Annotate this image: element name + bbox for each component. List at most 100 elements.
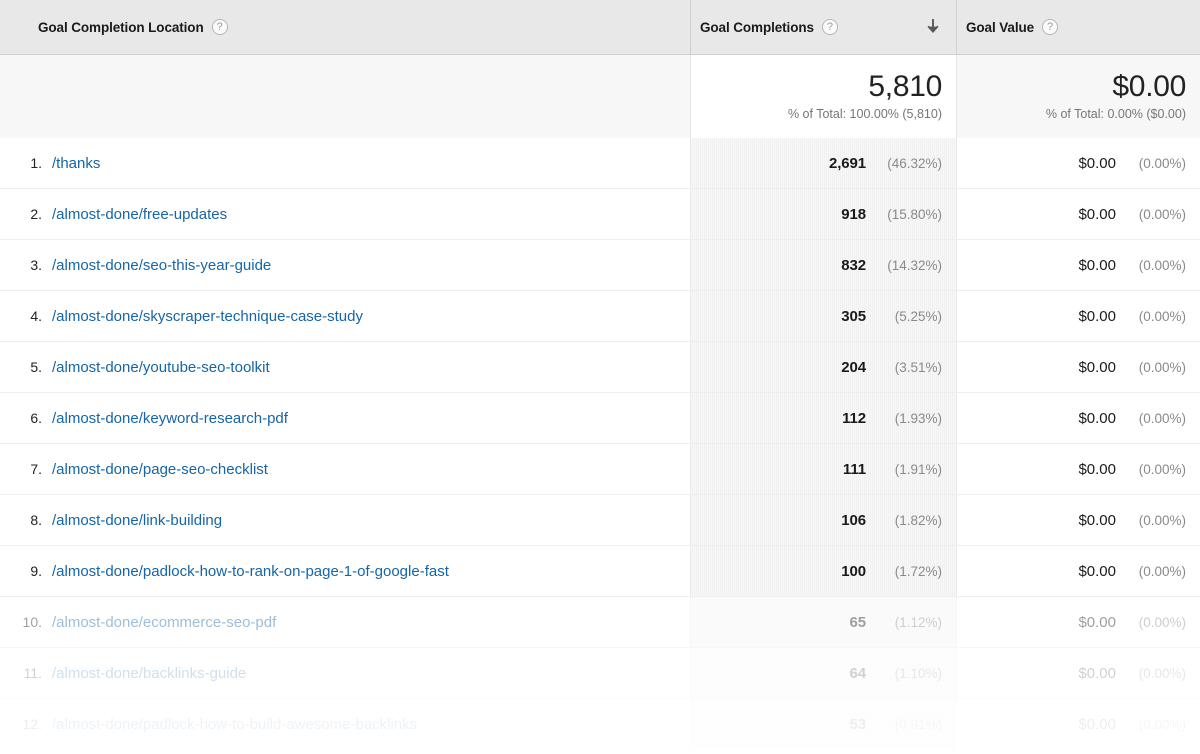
table-row[interactable]: 7./almost-done/page-seo-checklist 111 (1.9… [0,444,1200,495]
table-header-row: Goal Completion Location ? Goal Completi… [0,0,1200,55]
table-row[interactable]: 1./thanks2,691(46.32%)$0.00(0.00%) [0,138,1200,189]
row-rank: 12. [0,716,52,732]
goal-completion-location-link[interactable]: /almost-done/seo-this-year-guide [52,257,271,274]
cell-goal-completions: 305 (5.25%) [690,291,956,341]
column-header-goal-completion-location[interactable]: Goal Completion Location ? [0,0,690,55]
goal-value-amount: $0.00 [1078,461,1116,478]
cell-goal-completion-location: 12./almost-done/padlock-how-to-build-awe… [0,699,690,749]
goal-value-amount: $0.00 [1078,563,1116,580]
cell-goal-value: $0.00 (0.00%) [956,291,1200,341]
goal-completion-location-link[interactable]: /almost-done/free-updates [52,206,227,223]
goal-value-amount: $0.00 [1078,410,1116,427]
goal-completions-percent: (0.91%) [876,717,942,732]
column-header-goal-value[interactable]: Goal Value ? [956,0,1200,55]
cell-goal-value: $0.00(0.00%) [956,189,1200,239]
goal-completions-percent: (1.93%) [876,411,942,426]
goal-completion-location-link[interactable]: /almost-done/youtube-seo-toolkit [52,359,270,376]
goal-completion-location-link[interactable]: /almost-done/keyword-research-pdf [52,410,288,427]
table-row[interactable]: 5./almost-done/youtube-seo-toolkit204(3.… [0,342,1200,393]
goal-completions-percent: (15.80%) [876,207,942,222]
goal-value-percent: (0.00%) [1130,411,1186,426]
goal-value-percent: (0.00%) [1130,258,1186,273]
goal-completions-percent: (1.12%) [876,615,942,630]
goal-completions-percent: (1.91%) [876,462,942,477]
goal-value-percent: (0.00%) [1130,666,1186,681]
cell-goal-value: $0.00(0.00%) [956,699,1200,749]
goal-value-percent: (0.00%) [1130,513,1186,528]
goal-value-amount: $0.00 [1078,308,1116,325]
goal-completions-value: 111 [843,461,866,478]
summary-goal-completions-total: 5,810 [868,70,942,104]
goal-completions-value: 305 [841,308,866,325]
table-row[interactable]: 9./almost-done/padlock-how-to-rank-on-pa… [0,546,1200,597]
goal-completions-value: 2,691 [829,155,866,172]
cell-goal-value: $0.00(0.00%) [956,597,1200,647]
sort-descending-arrow-icon[interactable] [924,17,942,37]
goal-value-amount: $0.00 [1078,359,1116,376]
goal-value-percent: (0.00%) [1130,309,1186,324]
table-row[interactable]: 4./almost-done/skyscraper-technique-case… [0,291,1200,342]
goal-completions-value: 53 [850,716,867,733]
goal-completion-location-link[interactable]: /almost-done/page-seo-checklist [52,461,268,478]
summary-goal-value-subtext: % of Total: 0.00% ($0.00) [1046,105,1186,123]
row-rank: 5. [0,359,52,375]
goal-value-percent: (0.00%) [1130,156,1186,171]
goal-value-amount: $0.00 [1078,665,1116,682]
column-header-label: Goal Completion Location [38,20,204,35]
cell-goal-completions: 918(15.80%) [690,189,956,239]
goal-value-amount: $0.00 [1078,512,1116,529]
cell-goal-completions: 64(1.10%) [690,648,956,698]
cell-goal-value: $0.00 (0.00%) [956,495,1200,545]
cell-goal-completion-location: 3./almost-done/seo-this-year-guide [0,240,690,290]
help-icon[interactable]: ? [822,19,838,35]
column-header-goal-completions[interactable]: Goal Completions ? [690,0,956,55]
row-rank: 2. [0,206,52,222]
table-row[interactable]: 10./almost-done/ecommerce-seo-pdf65(1.12… [0,597,1200,648]
table-row[interactable]: 2./almost-done/free-updates 918(15.80%)$0… [0,189,1200,240]
table-row[interactable]: 8./almost-done/link-building106(1.82%)$0… [0,495,1200,546]
table-row[interactable]: 6./almost-done/keyword-research-pdf 112 (1… [0,393,1200,444]
cell-goal-completion-location: 4./almost-done/skyscraper-technique-case… [0,291,690,341]
summary-goal-value-cell: $0.00 % of Total: 0.00% ($0.00) [956,55,1200,138]
goal-completion-location-link[interactable]: /thanks [52,155,100,172]
cell-goal-completions: 111 (1.91%) [690,444,956,494]
row-rank: 9. [0,563,52,579]
goal-completion-location-link[interactable]: /almost-done/backlinks-guide [52,665,246,682]
cell-goal-value: $0.00 (0.00%) [956,393,1200,443]
goal-value-amount: $0.00 [1078,155,1116,172]
goal-completion-location-link[interactable]: /almost-done/link-building [52,512,222,529]
goal-completions-percent: (5.25%) [876,309,942,324]
goal-completion-location-link[interactable]: /almost-done/padlock-how-to-rank-on-page… [52,563,449,580]
column-header-label: Goal Value [966,20,1034,35]
row-rank: 10. [0,614,52,630]
goal-completions-percent: (46.32%) [876,156,942,171]
cell-goal-completion-location: 11./almost-done/backlinks-guide [0,648,690,698]
goal-completions-percent: (14.32%) [876,258,942,273]
cell-goal-completion-location: 5./almost-done/youtube-seo-toolkit [0,342,690,392]
cell-goal-completion-location: 9./almost-done/padlock-how-to-rank-on-pa… [0,546,690,596]
row-rank: 11. [0,665,52,681]
goal-completions-percent: (1.10%) [876,666,942,681]
cell-goal-completions: 100(1.72%) [690,546,956,596]
goal-completion-location-link[interactable]: /almost-done/skyscraper-technique-case-s… [52,308,363,325]
cell-goal-value: $0.00 (0.00%) [956,138,1200,188]
summary-goal-value-total: $0.00 [1112,70,1186,104]
row-rank: 7. [0,461,52,477]
cell-goal-value: $0.00 (0.00%) [956,546,1200,596]
table-row[interactable]: 12./almost-done/padlock-how-to-build-awe… [0,699,1200,750]
table-row[interactable]: 11./almost-done/backlinks-guide64(1.10%)… [0,648,1200,699]
goal-completions-percent: (1.72%) [876,564,942,579]
help-icon[interactable]: ? [1042,19,1058,35]
cell-goal-completion-location: 10./almost-done/ecommerce-seo-pdf [0,597,690,647]
row-rank: 8. [0,512,52,528]
goal-completion-location-link[interactable]: /almost-done/padlock-how-to-build-awesom… [52,716,417,733]
goal-completion-location-link[interactable]: /almost-done/ecommerce-seo-pdf [52,614,276,631]
row-rank: 6. [0,410,52,426]
cell-goal-completions: 204(3.51%) [690,342,956,392]
goal-completions-value: 112 [842,410,866,427]
table-row[interactable]: 3./almost-done/seo-this-year-guide832(14… [0,240,1200,291]
help-icon[interactable]: ? [212,19,228,35]
goal-value-percent: (0.00%) [1130,360,1186,375]
goal-value-percent: (0.00%) [1130,564,1186,579]
goal-completions-value: 106 [841,512,866,529]
